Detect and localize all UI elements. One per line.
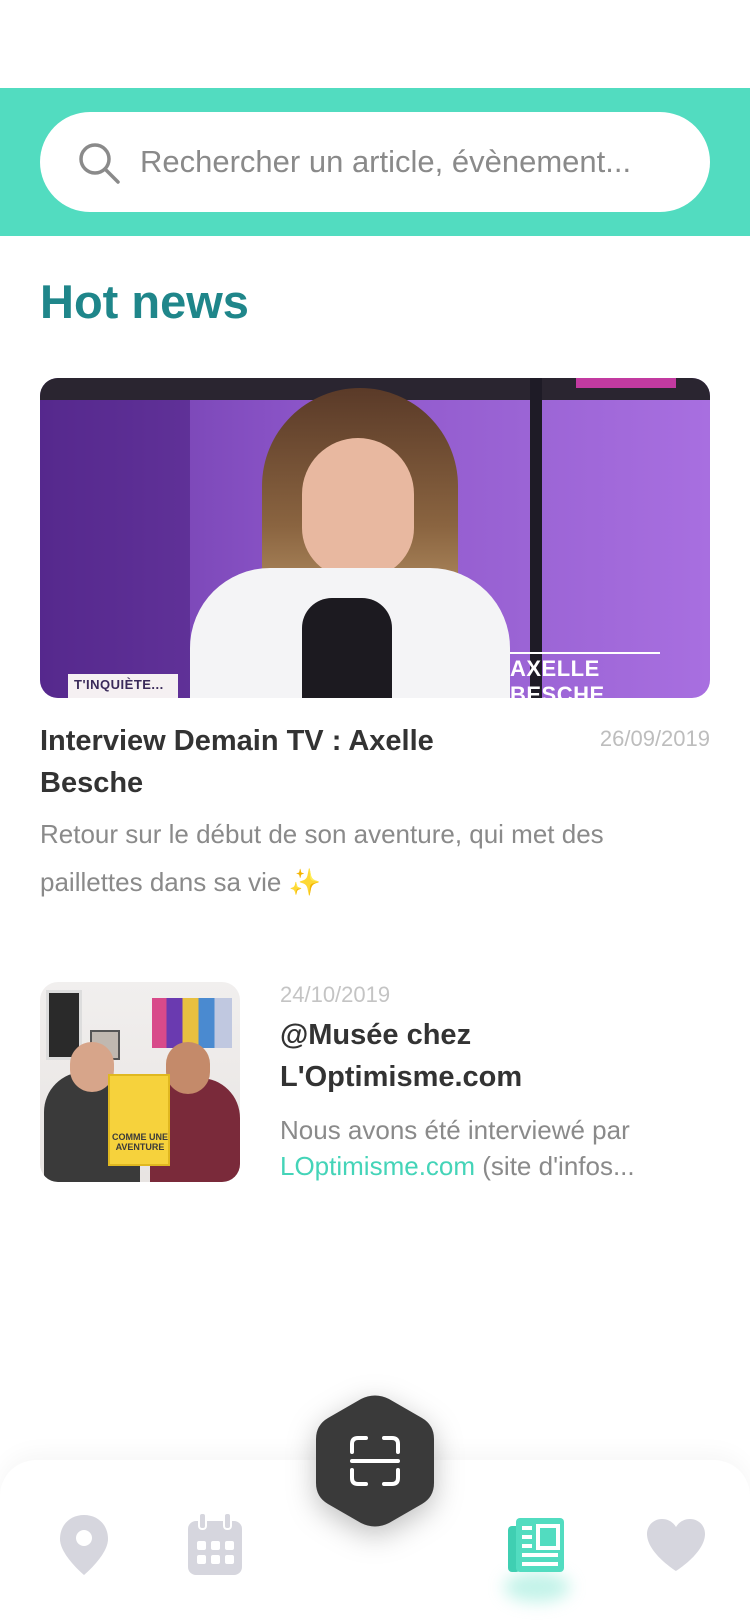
scan-icon	[350, 1436, 400, 1486]
status-bar-area	[0, 0, 750, 88]
heart-icon	[647, 1519, 705, 1571]
article-date: 24/10/2019	[280, 982, 391, 1007]
section-title: Hot news	[40, 275, 249, 328]
hero-article-description: Retour sur le début de son aventure, qui…	[40, 819, 604, 897]
newspaper-icon	[508, 1518, 564, 1572]
article-desc-suffix: (site d'infos...	[475, 1151, 635, 1181]
nav-calendar-button[interactable]	[180, 1510, 250, 1580]
search-icon	[79, 143, 120, 184]
calendar-icon	[188, 1513, 242, 1575]
hero-article-title[interactable]: Interview Demain TV : Axelle Besche	[40, 720, 500, 804]
image-caption: AXELLE BESCHE @MUSÉE	[510, 656, 605, 698]
article-desc-link[interactable]: LOptimisme.com	[280, 1151, 475, 1181]
search-bar[interactable]	[40, 112, 710, 212]
article-desc-prefix: Nous avons été interviewé par	[280, 1115, 630, 1145]
nav-map-button[interactable]	[49, 1510, 119, 1580]
article-thumbnail[interactable]: COMME UNE AVENTURE	[40, 982, 240, 1182]
search-header	[0, 88, 750, 236]
hero-article-card[interactable]: T'INQUIÈTE... AXELLE BESCHE @MUSÉE Inter…	[40, 378, 710, 897]
nav-news-button[interactable]	[502, 1510, 572, 1580]
list-item[interactable]: COMME UNE AVENTURE 24/10/2019 @Musée che…	[40, 982, 710, 1182]
map-pin-icon	[60, 1515, 108, 1575]
search-input[interactable]	[140, 112, 690, 212]
image-tag: T'INQUIÈTE...	[68, 674, 178, 698]
nav-favorites-button[interactable]	[641, 1510, 711, 1580]
article-description: Nous avons été interviewé par LOptimisme…	[280, 1112, 700, 1182]
hero-article-date: 26/09/2019	[599, 726, 710, 751]
hero-article-image[interactable]: T'INQUIÈTE... AXELLE BESCHE @MUSÉE	[40, 378, 710, 698]
scan-button[interactable]	[316, 1394, 434, 1528]
article-title[interactable]: @Musée chez L'Optimisme.com	[280, 1014, 700, 1098]
poster-text: COMME UNE AVENTURE	[112, 1132, 168, 1152]
